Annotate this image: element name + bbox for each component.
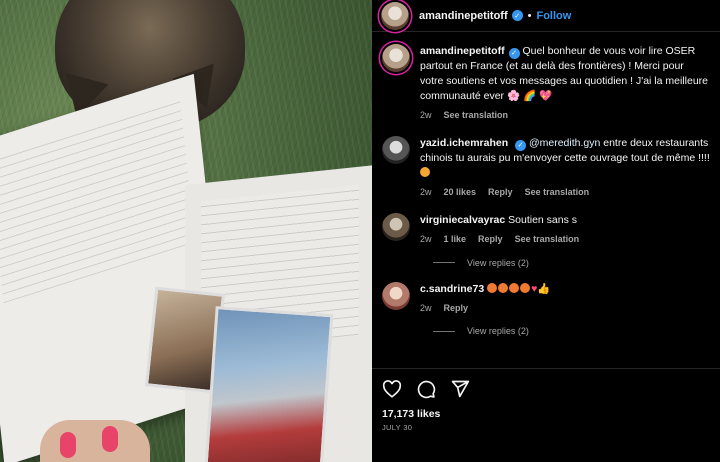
author-avatar[interactable]: [382, 44, 410, 72]
caption: amandinepetitoff ✓ Quel bonheur de vous v…: [382, 44, 710, 122]
see-translation-button[interactable]: See translation: [444, 109, 509, 122]
see-translation-button[interactable]: See translation: [515, 233, 580, 246]
verified-icon: ✓: [511, 10, 523, 21]
comment-time[interactable]: 2w: [420, 233, 432, 246]
comment-item: yazid.ichemrahen ✓ @meredith.gyn entre d…: [382, 135, 710, 199]
comment-time[interactable]: 2w: [420, 186, 432, 199]
reply-button[interactable]: Reply: [478, 233, 503, 246]
caption-username[interactable]: amandinepetitoff: [420, 45, 505, 57]
replies-line: [433, 262, 455, 264]
comment-text: Soutien sans s: [508, 214, 578, 226]
post-date: JULY 30: [382, 423, 413, 432]
caption-time[interactable]: 2w: [420, 109, 432, 122]
book-photo-large: [204, 306, 334, 462]
commenter-avatar[interactable]: [382, 281, 410, 310]
likes-count[interactable]: 17,173 likes: [372, 399, 720, 420]
comment-likes[interactable]: 1 like: [444, 233, 467, 246]
verified-icon: ✓: [508, 48, 520, 60]
comment-icon[interactable]: [416, 379, 436, 399]
comments-list[interactable]: amandinepetitoff ✓ Quel bonheur de vous v…: [372, 32, 720, 369]
author-avatar[interactable]: [381, 1, 409, 30]
view-replies-button[interactable]: View replies (2): [433, 258, 710, 268]
comment-username[interactable]: virginiecalvayrac: [420, 214, 505, 226]
view-replies-label: View replies (2): [467, 326, 529, 337]
commenter-avatar[interactable]: [382, 213, 410, 241]
emoji-icon: [498, 282, 509, 293]
post-header: amandinepetitoff ✓ • Follow: [372, 0, 720, 32]
separator-dot: •: [527, 9, 532, 22]
post-sidebar: amandinepetitoff ✓ • Follow amandinepeti…: [372, 0, 720, 462]
reply-button[interactable]: Reply: [444, 302, 469, 315]
follow-button[interactable]: Follow: [536, 10, 571, 22]
emoji-icon: [420, 167, 430, 178]
comment-time[interactable]: 2w: [420, 302, 432, 315]
comment-likes[interactable]: 20 likes: [444, 186, 477, 199]
comment-emojis: ♥👍: [487, 282, 551, 295]
verified-icon: ✓: [515, 140, 527, 152]
hand: [40, 420, 150, 462]
action-bar: [372, 369, 720, 399]
fingernail: [102, 426, 118, 452]
author-username[interactable]: amandinepetitoff: [419, 10, 508, 22]
emoji-icon: [487, 282, 498, 293]
reply-button[interactable]: Reply: [488, 186, 513, 199]
heart-icon[interactable]: [382, 379, 402, 399]
share-icon[interactable]: [450, 379, 470, 399]
comment-username[interactable]: yazid.ichemrahen: [420, 137, 508, 149]
comment-item: virginiecalvayrac Soutien sans s 2w 1 li…: [382, 213, 710, 246]
thumbs-up-icon: 👍: [537, 282, 551, 295]
post-image: [0, 0, 372, 462]
emoji-icon: [520, 282, 531, 293]
replies-line: [433, 330, 455, 332]
see-translation-button[interactable]: See translation: [525, 186, 590, 199]
comment-username[interactable]: c.sandrine73: [420, 283, 484, 295]
fingernail: [60, 432, 76, 458]
emoji-icon: [509, 282, 520, 293]
mention-link[interactable]: @meredith.gyn: [529, 137, 600, 149]
commenter-avatar[interactable]: [382, 135, 410, 164]
comment-item: c.sandrine73 ♥👍 2w Reply: [382, 281, 710, 315]
view-replies-button[interactable]: View replies (2): [433, 326, 710, 336]
view-replies-label: View replies (2): [467, 257, 529, 268]
